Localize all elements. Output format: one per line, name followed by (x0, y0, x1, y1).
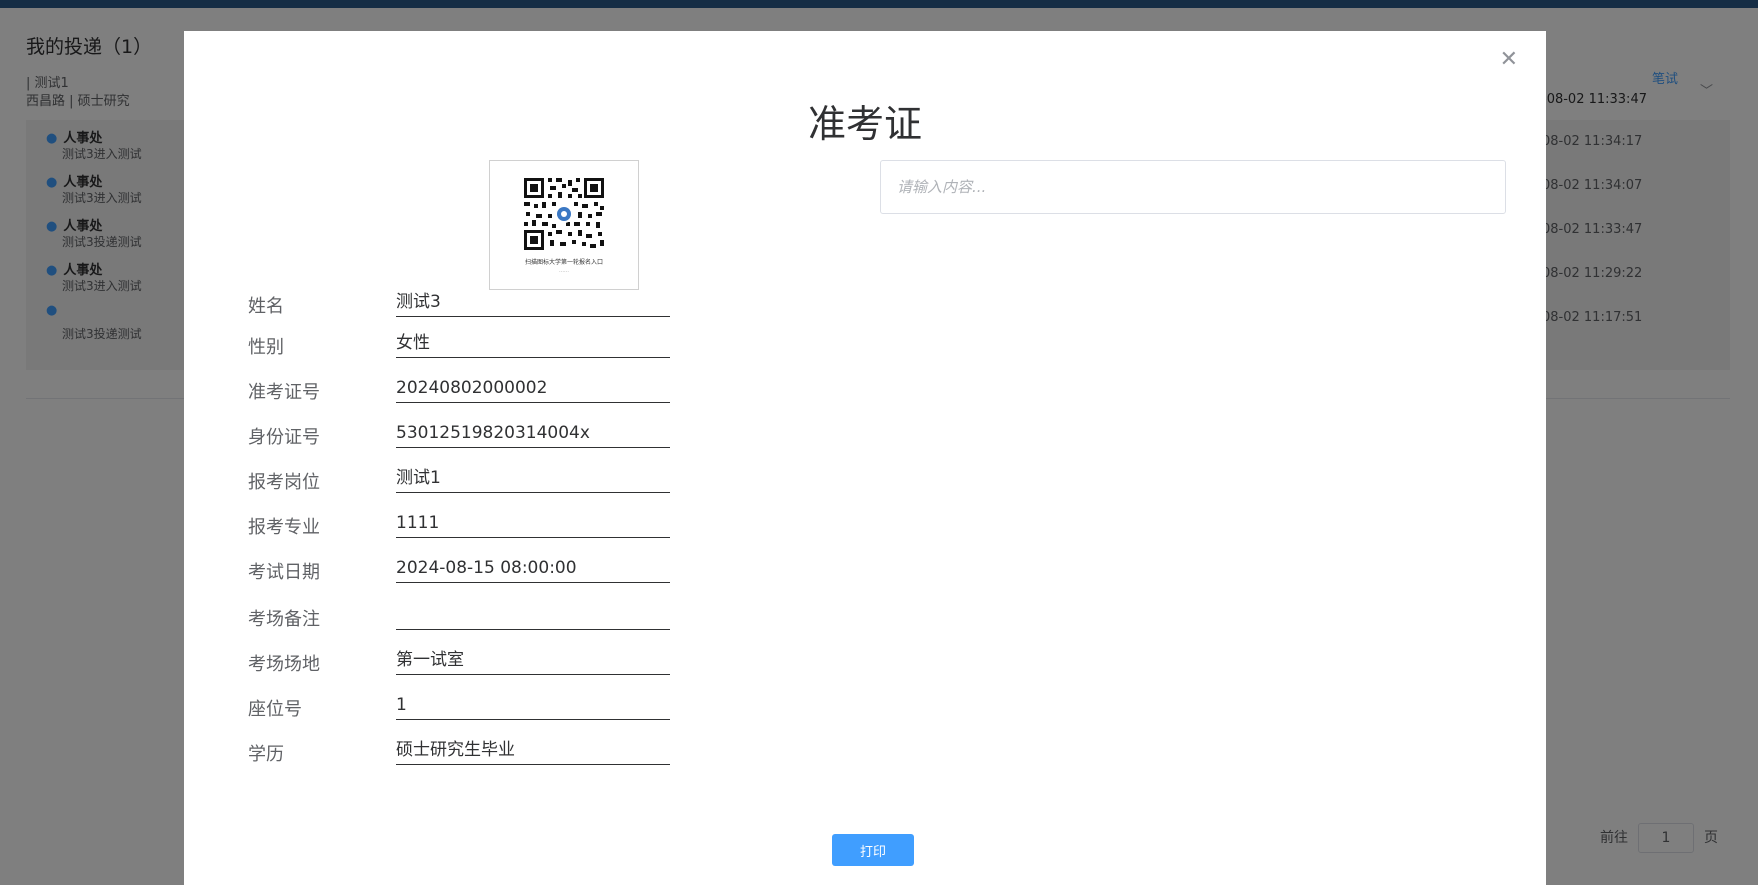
field-id-number: 身份证号 53012519820314004x (248, 423, 688, 463)
field-education: 学历 硕士研究生毕业 (248, 740, 688, 780)
field-label: 性别 (248, 337, 284, 358)
field-value: 第一试室 (396, 650, 670, 675)
field-value: 20240802000002 (396, 378, 670, 403)
field-label: 学历 (248, 744, 284, 765)
field-label: 座位号 (248, 699, 302, 720)
field-label: 考试日期 (248, 562, 320, 583)
field-value: 53012519820314004x (396, 423, 670, 448)
print-button[interactable]: 打印 (832, 834, 914, 866)
qr-subcaption: …… (559, 268, 569, 274)
field-position: 报考岗位 测试1 (248, 468, 688, 508)
field-value: 1 (396, 695, 670, 720)
field-seat-number: 座位号 1 (248, 695, 688, 735)
field-label: 考场备注 (248, 609, 320, 630)
field-value: 1111 (396, 513, 670, 538)
field-label: 姓名 (248, 296, 284, 317)
field-value: 女性 (396, 333, 670, 358)
field-major: 报考专业 1111 (248, 513, 688, 553)
field-exam-date: 考试日期 2024-08-15 08:00:00 (248, 558, 688, 598)
field-label: 报考专业 (248, 517, 320, 538)
qr-caption: 扫描图标大学第一轮报名入口 (524, 259, 603, 266)
dialog-title: 准考证 (807, 102, 922, 146)
field-room-remark: 考场备注 (248, 605, 688, 645)
close-icon[interactable]: ✕ (1500, 49, 1518, 71)
field-name: 姓名 测试3 (248, 292, 688, 332)
field-value: 测试1 (396, 468, 670, 493)
qr-code-image (522, 176, 606, 252)
field-label: 身份证号 (248, 427, 320, 448)
field-label: 报考岗位 (248, 472, 320, 493)
qr-code-card: 扫描图标大学第一轮报名入口 …… (489, 160, 639, 290)
field-value: 测试3 (396, 292, 670, 317)
admission-ticket-dialog: ✕ 准考证 扫描图标大学第一轮报名入口 …… 请输入内容... 姓名 测试3 性… (184, 31, 1546, 885)
field-value: 硕士研究生毕业 (396, 740, 670, 765)
field-ticket-number: 准考证号 20240802000002 (248, 378, 688, 418)
field-value (396, 605, 670, 630)
field-value: 2024-08-15 08:00:00 (396, 558, 670, 583)
remark-input[interactable] (880, 160, 1506, 214)
field-gender: 性别 女性 (248, 333, 688, 373)
field-label: 准考证号 (248, 382, 320, 403)
field-venue: 考场场地 第一试室 (248, 650, 688, 690)
field-label: 考场场地 (248, 654, 320, 675)
